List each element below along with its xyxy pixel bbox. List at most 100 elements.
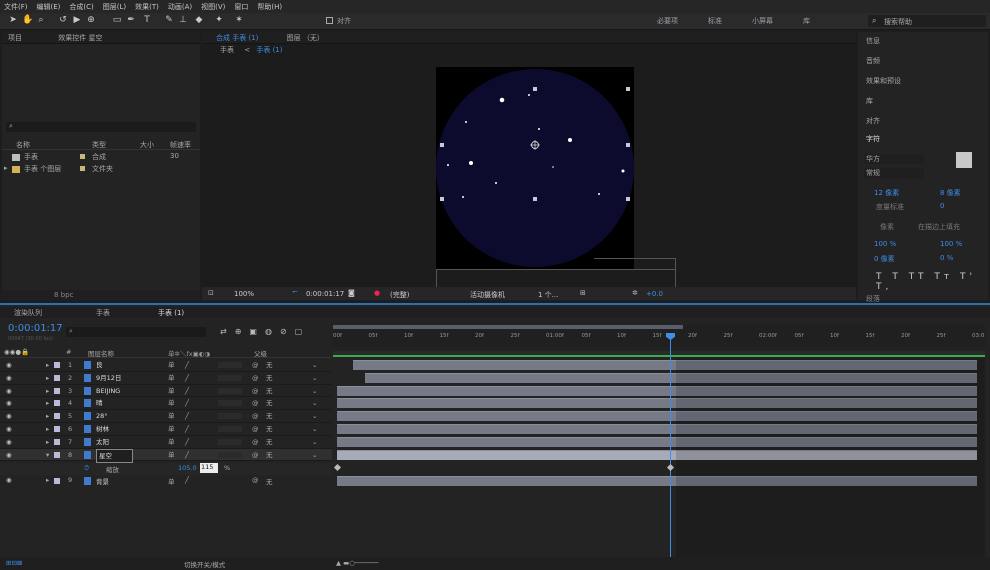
font-family-dropdown[interactable]: 华方 [864,154,924,164]
expand-arrow-icon[interactable]: ▸ [46,359,49,371]
camera-tool-icon[interactable]: ▶ [72,15,82,26]
zoom-slider-icons[interactable]: ▲ ▬○────── [336,559,378,567]
quality-switch-icon[interactable]: ╱ [185,449,189,461]
tab-composition[interactable]: 合成 手表 (1) [216,34,258,42]
exposure-value[interactable]: +0.0 [646,290,663,298]
label-color-icon[interactable] [54,451,60,458]
quality-switch-icon[interactable]: ╱ [185,423,189,435]
chevron-down-icon[interactable]: ⌄ [312,449,317,461]
layer-row[interactable]: ◉ ▸ 5 28° 单 ╱ @ 无 ⌄ [0,410,332,423]
menu-file[interactable]: 文件(F) [4,2,28,12]
kerning-field[interactable]: 度量标准 [876,202,904,212]
hand-tool-icon[interactable]: ✋ [22,15,33,26]
tab-effect-controls[interactable]: 效果控件 星空 [58,34,102,42]
visibility-eye-icon[interactable]: ◉ [6,476,12,484]
quality-switch-icon[interactable]: ╱ [185,410,189,422]
menu-layer[interactable]: 图层(L) [103,2,126,12]
workspace-essentials[interactable]: 必要项 [657,16,678,26]
visibility-eye-icon[interactable]: ◉ [6,397,12,409]
camera-dropdown[interactable]: 活动摄像机 [470,290,505,300]
layer-name[interactable]: 太阳 [96,436,109,448]
shy-switch-icon[interactable]: 单 [168,436,175,448]
chevron-down-icon[interactable]: ⌄ [312,423,317,435]
info-panel-tab[interactable]: 信息 [866,36,880,46]
tab-comp-watch[interactable]: 手表 [96,308,110,318]
parent-dropdown[interactable]: 无 [266,385,273,397]
shy-switch-icon[interactable]: 单 [168,359,175,371]
comp-timecode[interactable]: 0:00:01:17 [306,290,344,298]
mode-cell[interactable] [218,374,242,381]
visibility-eye-icon[interactable]: ◉ [6,423,12,435]
fill-color-swatch[interactable] [956,152,972,168]
layer-row[interactable]: ◉ ▸ 6 树林 单 ╱ @ 无 ⌄ [0,423,332,436]
libraries-tab[interactable]: 库 [866,96,873,106]
workspace-standard[interactable]: 标准 [708,16,722,26]
layer-name[interactable]: BEIJING [96,385,120,397]
parent-pickwhip-icon[interactable]: @ [252,397,259,409]
roto-brush-tool-icon[interactable]: ✦ [214,15,224,26]
visibility-eye-icon[interactable]: ◉ [6,372,12,384]
label-color-icon[interactable] [54,413,60,420]
label-color-icon[interactable] [54,374,60,381]
tsume-field[interactable]: 0 % [940,254,953,262]
parent-dropdown[interactable]: 无 [266,476,273,486]
parent-pickwhip-icon[interactable]: @ [252,359,259,371]
layer-search-input[interactable]: ⌕ [66,327,206,337]
expand-arrow-icon[interactable]: ▸ [4,164,8,172]
project-item-comp[interactable]: 手表 合成 30 [2,152,200,163]
quality-switch-icon[interactable]: ╱ [185,436,189,448]
chevron-down-icon[interactable]: ⌄ [312,436,317,448]
parent-pickwhip-icon[interactable]: @ [252,449,259,461]
label-color-icon[interactable] [54,400,60,407]
menu-view[interactable]: 视图(V) [201,2,225,12]
parent-dropdown[interactable]: 无 [266,397,273,409]
rotate-tool-icon[interactable]: ↺ [58,15,68,26]
toggle-switches-modes[interactable]: 切换开关/模式 [184,559,225,569]
tab-comp-watch-1[interactable]: 手表 (1) [158,308,184,318]
expand-arrow-icon[interactable]: ▸ [46,372,49,384]
layer-row[interactable]: ◉ ▸ 2 9月12日 单 ╱ @ 无 ⌄ [0,372,332,385]
tracking-field[interactable]: 0 [940,202,944,210]
shy-switch-icon[interactable]: 单 [168,372,175,384]
parent-dropdown[interactable]: 无 [266,423,273,435]
bpc-label[interactable]: 8 bpc [54,291,73,299]
menu-effect[interactable]: 效果(T) [135,2,159,12]
grid-icon[interactable]: ⊞ [580,289,586,297]
align-tab[interactable]: 对齐 [866,116,880,126]
rectangle-tool-icon[interactable]: ▭ [112,15,122,26]
toggle-panels-icons[interactable]: ⊞⊟⊠ [6,559,22,567]
comp-canvas[interactable] [436,67,634,269]
text-style-buttons[interactable]: T T TT Tт T' T, [876,272,988,292]
shy-switch-icon[interactable]: 单 [168,410,175,422]
breadcrumb-active[interactable]: 手表 (1) [256,46,282,54]
snapshot-camera-icon[interactable]: ◙ [348,289,355,297]
parent-dropdown[interactable]: 无 [266,410,273,422]
baseline-shift-field[interactable]: 0 像素 [874,254,895,264]
visibility-eye-icon[interactable]: ◉ [6,385,12,397]
layer-row-9[interactable]: ◉ ▸ 9 背景 单 ╱ @ 无 [0,475,332,487]
workspace-small-screen[interactable]: 小屏幕 [752,16,773,26]
pen-tool-icon[interactable]: ✒ [126,15,136,26]
expand-arrow-icon[interactable]: ▸ [46,397,49,409]
expand-arrow-icon[interactable]: ▸ [46,385,49,397]
parent-pickwhip-icon[interactable]: @ [252,385,259,397]
chevron-down-icon[interactable]: ⌄ [312,397,317,409]
selection-tool-icon[interactable]: ➤ [8,15,18,26]
menu-window[interactable]: 窗口 [234,2,248,12]
layer-name[interactable]: 28° [96,410,108,422]
show-channel-icon[interactable]: ● [374,289,380,297]
stroke-mode-dropdown[interactable]: 在描边上填充 [918,222,960,232]
font-style-dropdown[interactable]: 常规 [864,168,924,178]
brush-tool-icon[interactable]: ✎ [164,15,174,26]
effects-presets-tab[interactable]: 效果和预设 [866,76,901,86]
expand-arrow-icon[interactable]: ▾ [46,449,49,461]
parent-dropdown[interactable]: 无 [266,372,273,384]
shy-switch-icon[interactable]: 单 [168,449,175,461]
timeline-switch-icons[interactable]: ⇄⊕▣◍⊘▢ [220,327,330,337]
layer-name[interactable]: 背景 [96,476,109,486]
exposure-icon[interactable]: ✲ [632,289,638,297]
layer-name[interactable]: 晴 [96,397,103,409]
workspace-libraries[interactable]: 库 [803,16,810,26]
col-parent[interactable]: 父级 [254,348,267,358]
snap-checkbox[interactable] [326,17,333,24]
